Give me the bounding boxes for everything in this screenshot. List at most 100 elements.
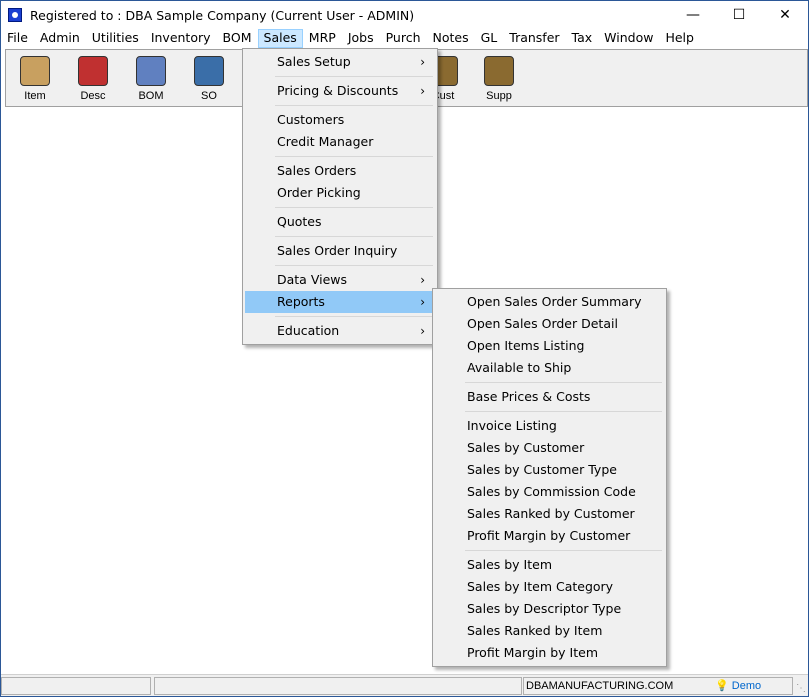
menu-item-open-sales-order-summary[interactable]: Open Sales Order Summary <box>435 291 664 313</box>
menu-transfer[interactable]: Transfer <box>503 29 565 48</box>
menu-item-sales-by-item-category[interactable]: Sales by Item Category <box>435 576 664 598</box>
menu-item-label: Open Sales Order Summary <box>467 294 642 309</box>
toolbar-supp-button[interactable]: Supp <box>474 52 524 102</box>
menu-item-sales-by-customer[interactable]: Sales by Customer <box>435 437 664 459</box>
minimize-button[interactable]: — <box>670 1 716 29</box>
menu-separator <box>245 233 435 240</box>
menu-item-label: Sales Setup <box>277 54 351 69</box>
menu-tax[interactable]: Tax <box>566 29 599 48</box>
menu-window[interactable]: Window <box>598 29 659 48</box>
menu-separator <box>245 153 435 160</box>
menu-item-label: Sales by Item Category <box>467 579 614 594</box>
menu-separator <box>435 379 664 386</box>
app-icon[interactable] <box>8 8 22 22</box>
chevron-right-icon: › <box>420 295 425 309</box>
toolbar-desc-button[interactable]: Desc <box>68 52 118 102</box>
title-bar: Registered to : DBA Sample Company (Curr… <box>1 1 808 29</box>
menu-item-sales-setup[interactable]: Sales Setup › <box>245 51 435 73</box>
menu-item-label: Order Picking <box>277 185 361 200</box>
menu-separator <box>435 547 664 554</box>
toolbar-label: Item <box>24 90 46 102</box>
menu-item-pricing-and-discounts[interactable]: Pricing & Discounts › <box>245 80 435 102</box>
menu-bar: File Admin Utilities Inventory BOM Sales MRP Jo… <box>1 29 808 48</box>
menu-item-sales-orders[interactable]: Sales Orders <box>245 160 435 182</box>
menu-separator <box>245 204 435 211</box>
menu-item-sales-by-item[interactable]: Sales by Item <box>435 554 664 576</box>
menu-help[interactable]: Help <box>659 29 700 48</box>
menu-item-sales-by-customer-type[interactable]: Sales by Customer Type <box>435 459 664 481</box>
menu-item-label: Pricing & Discounts <box>277 83 399 98</box>
folder-icon <box>484 56 514 86</box>
toolbar-item-button[interactable]: Item <box>10 52 60 102</box>
toolbar-label: Desc <box>80 90 106 102</box>
status-panel <box>154 677 522 695</box>
menu-item-sales-ranked-by-item[interactable]: Sales Ranked by Item <box>435 620 664 642</box>
menu-item-sales-ranked-by-customer[interactable]: Sales Ranked by Customer <box>435 503 664 525</box>
menu-separator <box>245 313 435 320</box>
window-title: Registered to : DBA Sample Company (Curr… <box>30 7 415 23</box>
menu-admin[interactable]: Admin <box>34 29 86 48</box>
menu-item-order-picking[interactable]: Order Picking <box>245 182 435 204</box>
menu-item-label: Quotes <box>277 214 322 229</box>
menu-item-label: Profit Margin by Customer <box>467 528 631 543</box>
sales-menu: Sales Setup › Pricing & Discounts › Customer… <box>242 48 438 345</box>
menu-item-open-sales-order-detail[interactable]: Open Sales Order Detail <box>435 313 664 335</box>
reports-submenu: Open Sales Order Summary Open Sales Order… <box>432 288 667 667</box>
menu-item-education[interactable]: Education › <box>245 320 435 342</box>
menu-item-label: Sales Ranked by Item <box>467 623 603 638</box>
menu-item-label: Base Prices & Costs <box>467 389 591 404</box>
toolbar-bom-button[interactable]: BOM <box>126 52 176 102</box>
menu-item-label: Open Sales Order Detail <box>467 316 618 331</box>
menu-utilities[interactable]: Utilities <box>86 29 145 48</box>
resize-grip-icon[interactable]: ⋱ <box>796 683 806 694</box>
toolbar-label: SO <box>201 90 217 102</box>
menu-item-label: Sales Order Inquiry <box>277 243 398 258</box>
toolbar-so-button[interactable]: SO <box>184 52 234 102</box>
menu-separator <box>245 262 435 269</box>
menu-item-label: Sales by Customer Type <box>467 462 617 477</box>
menu-notes[interactable]: Notes <box>427 29 475 48</box>
menu-item-open-items-listing[interactable]: Open Items Listing <box>435 335 664 357</box>
menu-item-customers[interactable]: Customers <box>245 109 435 131</box>
status-panel <box>1 677 151 695</box>
menu-jobs[interactable]: Jobs <box>342 29 380 48</box>
menu-item-quotes[interactable]: Quotes <box>245 211 435 233</box>
menu-item-label: Sales Ranked by Customer <box>467 506 635 521</box>
menu-item-base-prices-and-costs[interactable]: Base Prices & Costs <box>435 386 664 408</box>
menu-item-sales-order-inquiry[interactable]: Sales Order Inquiry <box>245 240 435 262</box>
menu-gl[interactable]: GL <box>475 29 504 48</box>
menu-item-credit-manager[interactable]: Credit Manager <box>245 131 435 153</box>
menu-item-label: Credit Manager <box>277 134 374 149</box>
menu-item-label: Sales by Descriptor Type <box>467 601 622 616</box>
demo-label[interactable]: Demo <box>732 680 761 692</box>
maximize-button[interactable]: ☐ <box>716 1 762 29</box>
menu-item-sales-by-descriptor-type[interactable]: Sales by Descriptor Type <box>435 598 664 620</box>
menu-item-label: Sales by Customer <box>467 440 585 455</box>
menu-mrp[interactable]: MRP <box>303 29 342 48</box>
toolbar-label: BOM <box>138 90 164 102</box>
menu-item-label: Invoice Listing <box>467 418 557 433</box>
menu-item-label: Available to Ship <box>467 360 572 375</box>
menu-item-label: Profit Margin by Item <box>467 645 599 660</box>
menu-item-invoice-listing[interactable]: Invoice Listing <box>435 415 664 437</box>
menu-item-available-to-ship[interactable]: Available to Ship <box>435 357 664 379</box>
menu-separator <box>245 73 435 80</box>
menu-item-label: Sales by Commission Code <box>467 484 636 499</box>
menu-purch[interactable]: Purch <box>380 29 427 48</box>
menu-item-data-views[interactable]: Data Views › <box>245 269 435 291</box>
menu-item-profit-margin-by-customer[interactable]: Profit Margin by Customer <box>435 525 664 547</box>
menu-item-label: Customers <box>277 112 345 127</box>
chevron-right-icon: › <box>420 84 425 98</box>
menu-bom[interactable]: BOM <box>217 29 258 48</box>
menu-inventory[interactable]: Inventory <box>145 29 217 48</box>
close-button[interactable]: ✕ <box>762 1 808 29</box>
chevron-right-icon: › <box>420 55 425 69</box>
menu-item-sales-by-commission-code[interactable]: Sales by Commission Code <box>435 481 664 503</box>
menu-item-reports[interactable]: Reports › <box>245 291 435 313</box>
menu-sales[interactable]: Sales <box>257 29 303 48</box>
menu-separator <box>245 102 435 109</box>
menu-item-label: Sales by Item <box>467 557 553 572</box>
menu-file[interactable]: File <box>1 29 34 48</box>
menu-item-label: Open Items Listing <box>467 338 585 353</box>
menu-item-profit-margin-by-item[interactable]: Profit Margin by Item <box>435 642 664 664</box>
